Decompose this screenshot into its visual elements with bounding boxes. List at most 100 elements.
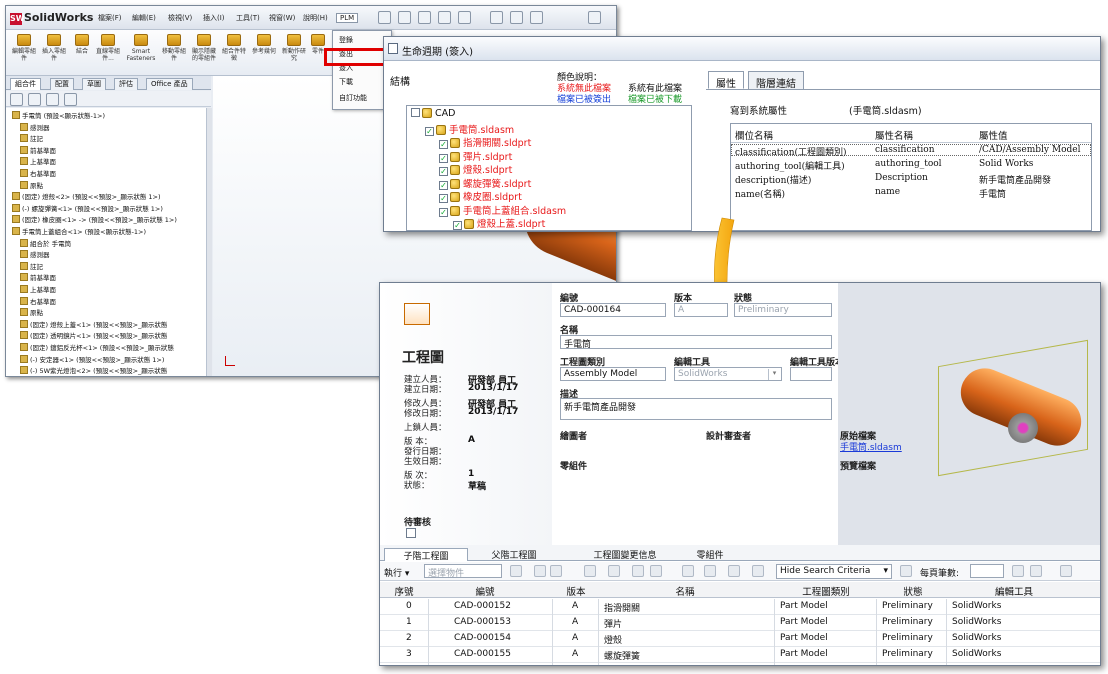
lock-icon[interactable]: [632, 565, 644, 577]
feature-tree-item[interactable]: 右基準面: [20, 168, 56, 179]
description-field[interactable]: 新手電筒產品開發: [560, 398, 832, 420]
zoom-out-icon[interactable]: [728, 565, 740, 577]
insert-component-button[interactable]: 插入零組件: [40, 34, 68, 62]
copy-icon[interactable]: [584, 565, 596, 577]
column-header[interactable]: 編號: [430, 584, 540, 598]
menu-edit[interactable]: 編輯(E): [132, 13, 156, 23]
tree-root[interactable]: CAD: [411, 108, 455, 121]
help-icon[interactable]: [588, 11, 601, 24]
feature-tree-item[interactable]: 右基準面: [20, 296, 56, 307]
column-header[interactable]: 編輯工具: [948, 584, 1080, 598]
assembly-features-button[interactable]: 組合件特徵: [220, 34, 248, 62]
feature-tree-item[interactable]: 上基準面: [20, 284, 56, 295]
delete-icon[interactable]: [550, 565, 562, 577]
chevron-down-icon[interactable]: ▾: [768, 369, 780, 380]
tab-parent-drawings[interactable]: 父階工程圖: [472, 548, 556, 561]
tree-node[interactable]: ✓ 手電筒.sldasm: [425, 122, 514, 136]
options-icon[interactable]: [530, 11, 543, 24]
print-icon[interactable]: [438, 11, 451, 24]
tab-evaluate[interactable]: 評估: [114, 78, 138, 90]
tree-node[interactable]: ✓ 橡皮圈.sldprt: [439, 189, 522, 203]
feature-tree-item[interactable]: (-) 螺旋彈簧<1> (預設<<預設>_顯示狀態 1>): [12, 203, 163, 214]
undo-icon[interactable]: [458, 11, 471, 24]
configuration-manager-icon[interactable]: [46, 93, 59, 106]
tree-node[interactable]: ✓ 手電筒上蓋組合.sldasm: [439, 203, 566, 217]
feature-tree-item[interactable]: (固定) 燈殼上蓋<1> (預設<<預設>_顯示狀態: [20, 319, 167, 330]
execute-menu[interactable]: 執行 ▾: [384, 566, 409, 579]
tree-node[interactable]: ✓ 燈殼上蓋.sldprt: [453, 216, 545, 230]
number-field[interactable]: CAD-000164: [560, 303, 666, 317]
name-field[interactable]: 手電筒: [560, 335, 832, 349]
reference-geometry-button[interactable]: 參考幾何: [250, 34, 278, 55]
search-mode-select[interactable]: Hide Search Criteria ▾: [776, 564, 892, 579]
edit-icon[interactable]: [534, 565, 546, 577]
tree-checkbox[interactable]: ✓: [453, 221, 462, 230]
feature-tree-item[interactable]: 原點: [20, 180, 43, 191]
menu-insert[interactable]: 插入(I): [203, 13, 225, 23]
menu-item-customize[interactable]: 自訂功能: [339, 93, 367, 103]
tab-child-drawings[interactable]: 子階工程圖: [384, 548, 468, 562]
feature-tree-item[interactable]: 前基準面: [20, 145, 56, 156]
version-field[interactable]: A: [674, 303, 728, 317]
new-motion-study-button[interactable]: 新動作研究: [280, 34, 308, 62]
move-component-button[interactable]: 移動零組件: [160, 34, 188, 62]
column-header[interactable]: 名稱: [600, 584, 770, 598]
property-manager-icon[interactable]: [28, 93, 41, 106]
pending-review-checkbox[interactable]: [406, 528, 416, 538]
category-field[interactable]: Assembly Model: [560, 367, 666, 381]
feature-tree-item[interactable]: (固定) 橡皮圈<1> -> (預設<<預設>_顯示狀態 1>): [12, 214, 177, 225]
export-icon[interactable]: [682, 565, 694, 577]
menu-item-checkin-login[interactable]: 登錄: [339, 35, 353, 45]
unlock-icon[interactable]: [650, 565, 662, 577]
table-row[interactable]: 2 CAD-000154 A 燈殼 Part Model Preliminary Solid…: [380, 631, 1100, 647]
feature-tree-item[interactable]: 前基準面: [20, 272, 56, 283]
feature-tree-item[interactable]: 感測器: [20, 249, 50, 260]
select-object-dropdown[interactable]: 選擇物件: [424, 564, 502, 578]
tab-change-info[interactable]: 工程圖變更信息: [570, 548, 680, 561]
tab-properties[interactable]: 屬性: [708, 71, 744, 90]
column-header[interactable]: 工程圖類別: [776, 584, 876, 598]
feature-tree-scrollbar[interactable]: [206, 108, 212, 376]
mate-button[interactable]: 結合: [68, 34, 96, 55]
menu-plm[interactable]: PLM: [336, 13, 359, 23]
feature-tree-item[interactable]: (固定) 透明鏡片<1> (預設<<預設>_顯示狀態: [20, 330, 167, 341]
tab-sketch[interactable]: 草圖: [82, 78, 106, 90]
menu-file[interactable]: 檔案(F): [98, 13, 122, 23]
source-file-link[interactable]: 手電筒.sldasm: [840, 440, 902, 453]
tab-hierarchy-links[interactable]: 階層連結: [748, 71, 804, 90]
tree-checkbox[interactable]: ✓: [425, 126, 434, 136]
linear-pattern-button[interactable]: 直線零組件...: [94, 34, 122, 62]
feature-tree-item[interactable]: (-) 安定器<1> (預設<<預設>_顯示狀態 1>): [20, 354, 164, 365]
refresh-icon[interactable]: [752, 565, 764, 577]
menu-view[interactable]: 檢視(V): [168, 13, 192, 23]
feature-tree-item[interactable]: (固定) 燈殼<2> (預設<<預設>_顯示狀態 1>): [12, 191, 161, 202]
print-icon[interactable]: [608, 565, 620, 577]
menu-help[interactable]: 說明(H): [303, 13, 328, 23]
column-header[interactable]: 狀態: [878, 584, 948, 598]
rebuild-icon[interactable]: [510, 11, 523, 24]
tab-office-products[interactable]: Office 產品: [146, 78, 193, 90]
first-page-icon[interactable]: [1012, 565, 1024, 577]
appearance-icon[interactable]: [64, 93, 77, 106]
feature-tree-item[interactable]: 手電筒 (預設<顯示狀態-1>): [12, 110, 105, 121]
open-icon[interactable]: [398, 11, 411, 24]
tree-checkbox[interactable]: ✓: [439, 207, 448, 217]
status-field[interactable]: Preliminary: [734, 303, 832, 317]
feature-tree-item[interactable]: 原點: [20, 307, 43, 318]
new-icon[interactable]: [510, 565, 522, 577]
feature-tree-item[interactable]: 手電筒上蓋組合<1> (預設<顯示狀態-1>): [12, 226, 146, 237]
tab-assembly[interactable]: 組合件: [10, 78, 41, 90]
tool-version-field[interactable]: [790, 367, 832, 381]
tool-select[interactable]: SolidWorks: [674, 367, 782, 381]
zoom-in-icon[interactable]: [704, 565, 716, 577]
show-hidden-button[interactable]: 顯示隱藏的零組件: [190, 34, 218, 62]
feature-tree-icon[interactable]: [10, 93, 23, 106]
export-excel-icon[interactable]: [1060, 565, 1072, 577]
save-icon[interactable]: [418, 11, 431, 24]
table-row[interactable]: 0 CAD-000152 A 指滑開關 Part Model Preliminary Sol…: [380, 599, 1100, 615]
feature-tree-item[interactable]: 註記: [20, 133, 43, 144]
tab-configuration[interactable]: 配置: [50, 78, 74, 90]
column-header[interactable]: 版本: [554, 584, 598, 598]
tab-parts[interactable]: 零組件: [680, 548, 740, 561]
feature-tree-item[interactable]: 組合於 手電筒: [20, 238, 71, 249]
